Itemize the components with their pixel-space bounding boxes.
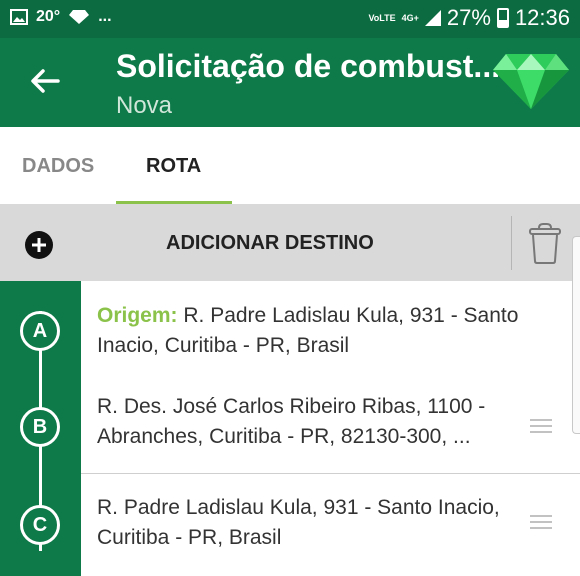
route-stop[interactable]: R. Des. José Carlos Ribeiro Ribas, 1100 … bbox=[81, 377, 580, 474]
toolbar-divider bbox=[511, 216, 512, 270]
gallery-icon bbox=[10, 9, 28, 25]
stop-marker-b: B bbox=[20, 407, 60, 447]
page-subtitle: Nova bbox=[116, 92, 173, 119]
back-arrow-icon[interactable] bbox=[28, 64, 62, 98]
route-list: A B C Origem: R. Padre Ladislau Kula, 93… bbox=[0, 281, 580, 576]
origin-label: Origem: bbox=[97, 304, 178, 327]
tab-rota[interactable]: ROTA bbox=[146, 155, 201, 178]
emerald-logo-icon bbox=[493, 54, 569, 109]
route-timeline: A B C bbox=[0, 281, 81, 576]
diamond-small-icon bbox=[69, 10, 90, 24]
signal-icon bbox=[424, 10, 441, 26]
add-destination-bar[interactable]: ADICIONAR DESTINO bbox=[0, 204, 580, 281]
drag-handle-icon[interactable] bbox=[530, 515, 552, 529]
battery-percent: 27% bbox=[446, 5, 491, 30]
battery-icon bbox=[496, 8, 509, 28]
trash-icon[interactable] bbox=[528, 222, 562, 264]
add-destination-button[interactable]: ADICIONAR DESTINO bbox=[166, 232, 374, 255]
status-bar: 20° ... VoLTE 4G+ 27% 12:36 bbox=[0, 0, 580, 38]
network-indicator: 4G+ bbox=[401, 13, 419, 23]
page-title: Solicitação de combust... bbox=[116, 48, 501, 84]
stop-marker-c: C bbox=[20, 505, 60, 545]
clock: 12:36 bbox=[514, 5, 570, 30]
stop-address: R. Des. José Carlos Ribeiro Ribas, 1100 … bbox=[97, 395, 486, 448]
tab-bar: DADOS ROTA bbox=[0, 127, 580, 204]
add-circle-icon[interactable] bbox=[24, 230, 54, 260]
scrollbar[interactable] bbox=[572, 236, 580, 434]
app-bar: Solicitação de combust... Nova bbox=[0, 38, 580, 127]
route-stop-origin[interactable]: Origem: R. Padre Ladislau Kula, 931 - Sa… bbox=[81, 281, 580, 377]
stop-address: R. Padre Ladislau Kula, 931 - Santo Inac… bbox=[97, 496, 500, 549]
status-ellipsis: ... bbox=[98, 8, 112, 25]
drag-handle-icon[interactable] bbox=[530, 419, 552, 433]
tab-dados[interactable]: DADOS bbox=[22, 155, 94, 178]
volte-indicator: VoLTE bbox=[368, 13, 396, 23]
temperature-text: 20° bbox=[36, 8, 61, 25]
stop-marker-a: A bbox=[20, 311, 60, 351]
route-stop[interactable]: R. Padre Ladislau Kula, 931 - Santo Inac… bbox=[81, 475, 580, 576]
